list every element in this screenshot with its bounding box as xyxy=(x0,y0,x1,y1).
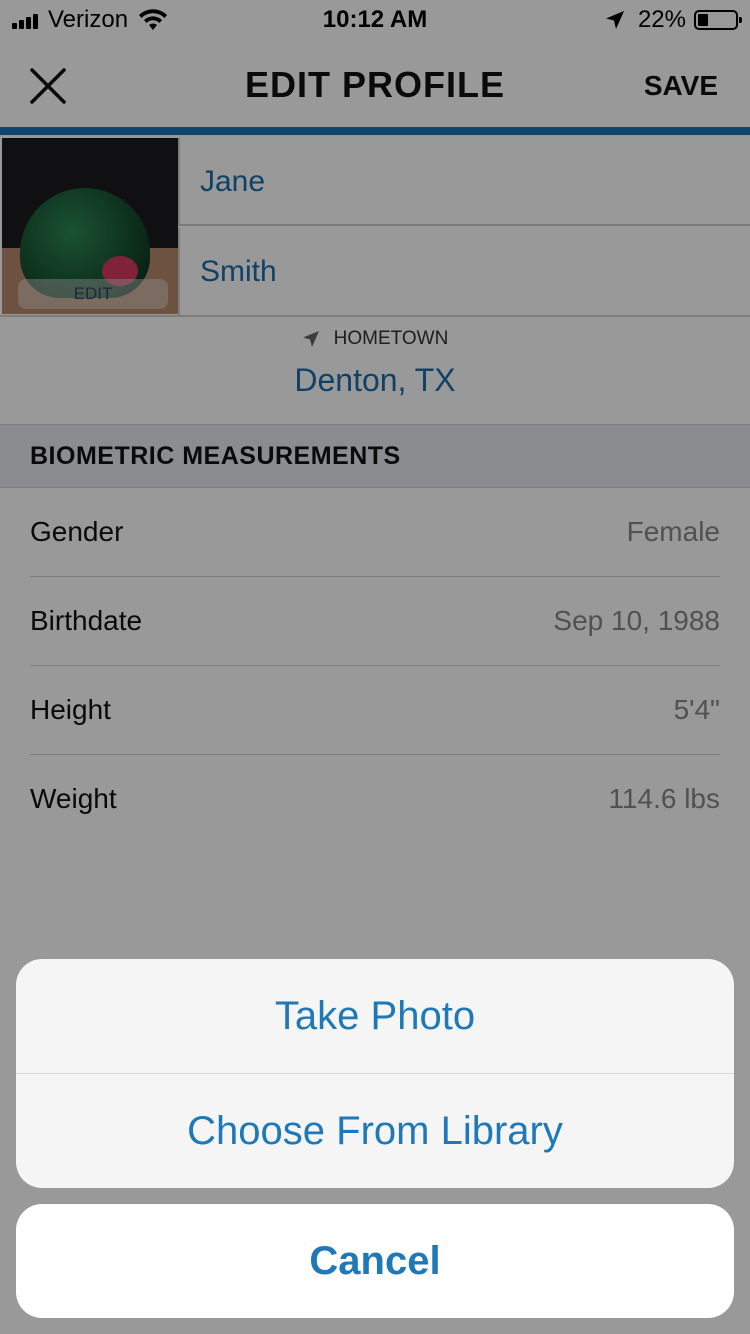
edit-profile-screen: Verizon 10:12 AM 22% EDIT PROFILE SAVE E… xyxy=(0,0,750,1334)
take-photo-button[interactable]: Take Photo xyxy=(16,959,734,1074)
cancel-button[interactable]: Cancel xyxy=(16,1204,734,1318)
choose-from-library-button[interactable]: Choose From Library xyxy=(16,1074,734,1188)
action-sheet: Take Photo Choose From Library xyxy=(16,959,734,1188)
